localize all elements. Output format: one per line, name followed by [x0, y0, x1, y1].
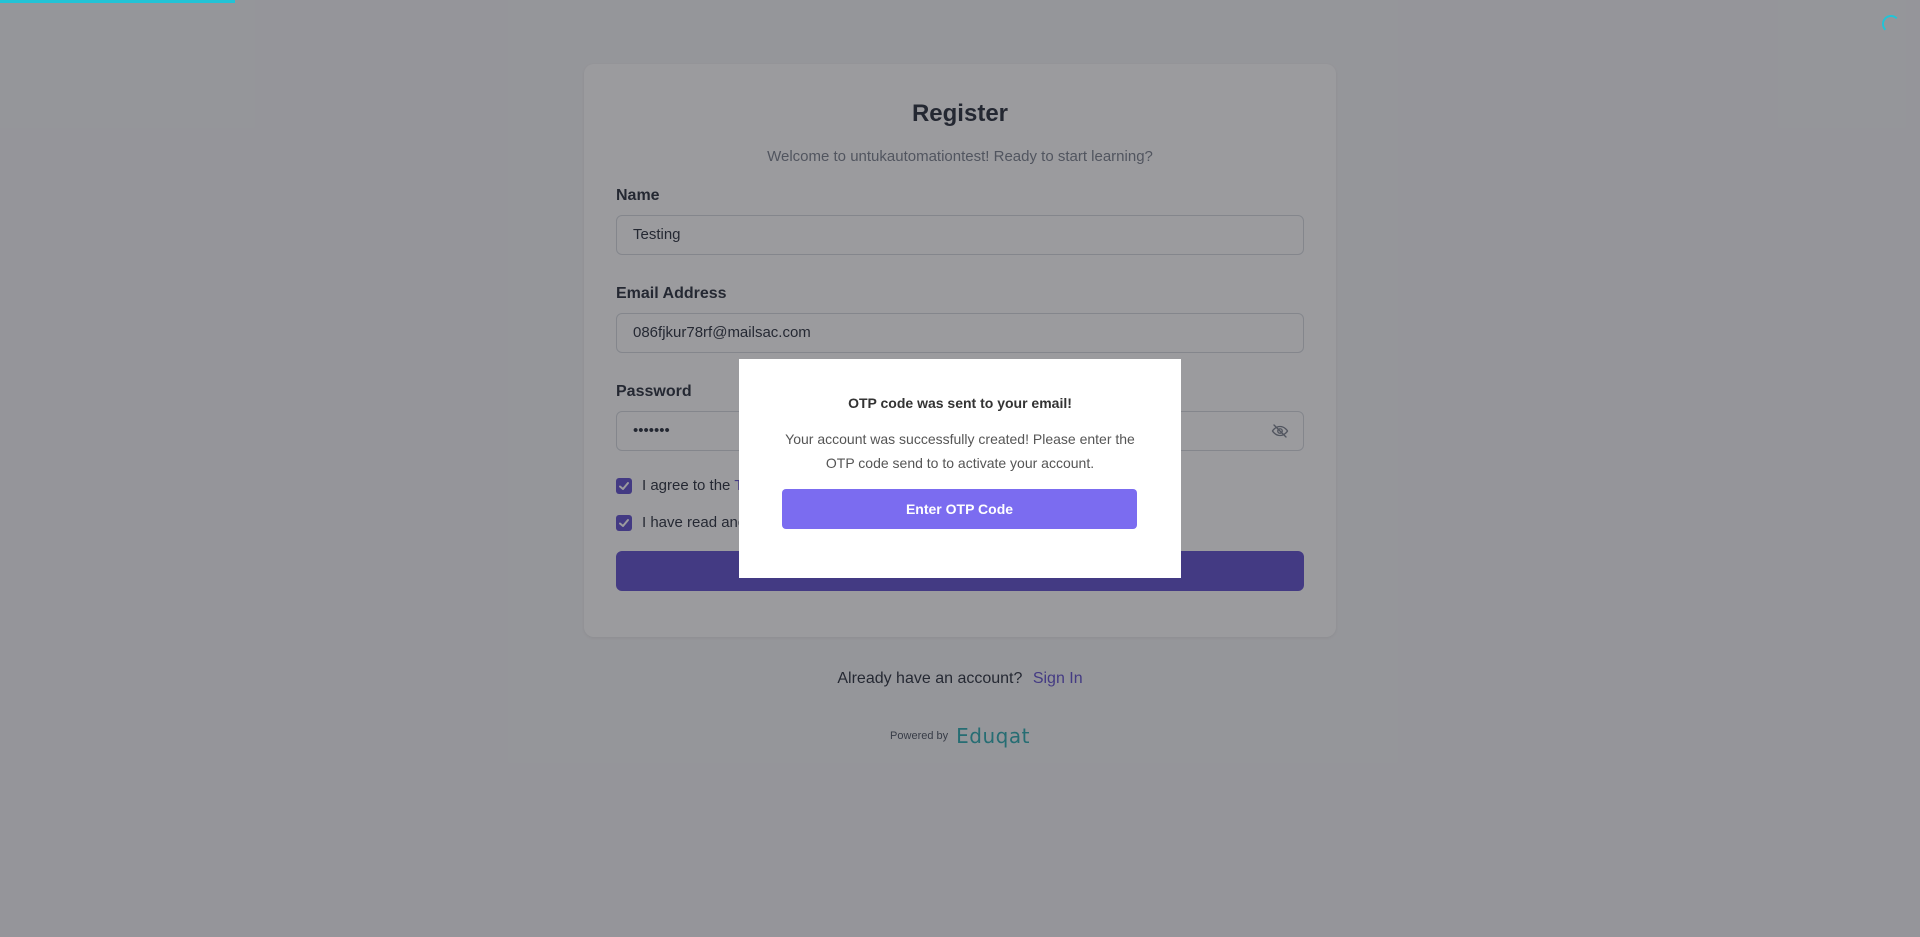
enter-otp-button[interactable]: Enter OTP Code — [782, 489, 1137, 529]
loading-spinner-icon — [1882, 15, 1900, 33]
dialog-title: OTP code was sent to your email! — [848, 395, 1072, 411]
dialog-message: Your account was successfully created! P… — [785, 431, 1135, 471]
page-loading-progress-bar — [0, 0, 235, 3]
otp-sent-dialog: OTP code was sent to your email! Your ac… — [739, 359, 1181, 578]
